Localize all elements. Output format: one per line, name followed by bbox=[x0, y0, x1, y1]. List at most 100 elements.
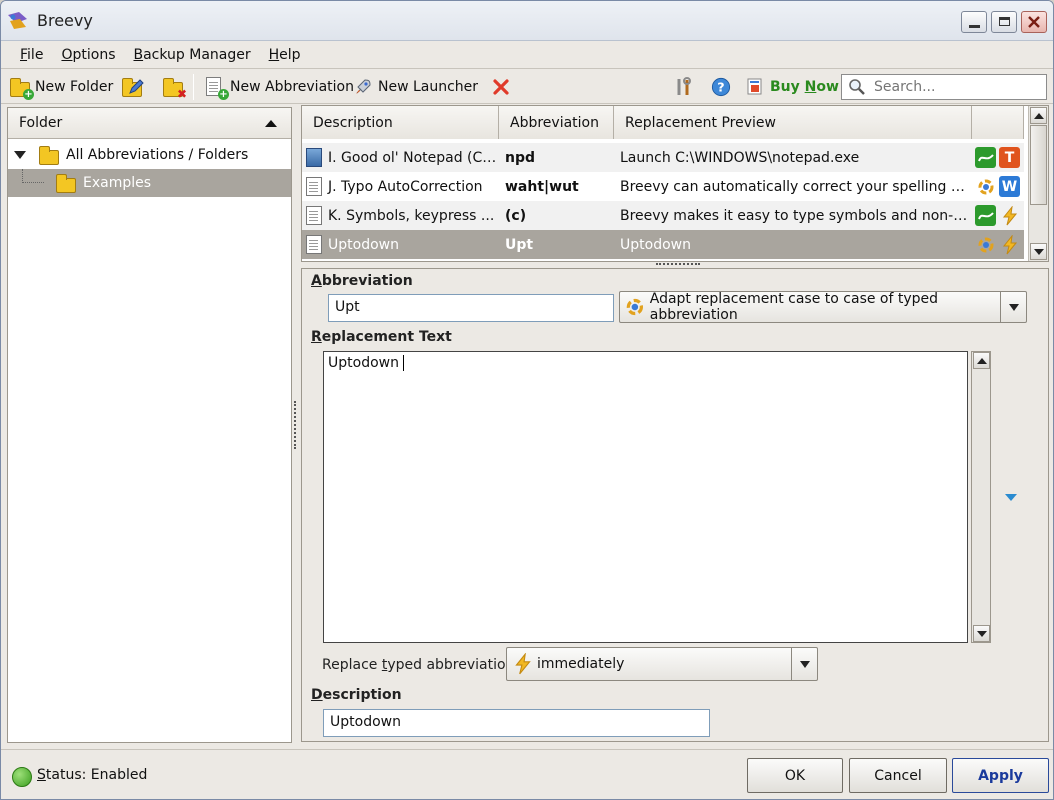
tools-button[interactable] bbox=[674, 74, 694, 100]
column-abbreviation[interactable]: Abbreviation bbox=[499, 106, 614, 139]
row-preview: Launch C:\WINDOWS\notepad.exe bbox=[620, 149, 860, 166]
delete-button[interactable] bbox=[491, 74, 511, 100]
vertical-splitter[interactable] bbox=[294, 401, 298, 449]
new-folder-label: New Folder bbox=[35, 79, 114, 95]
document-icon bbox=[306, 235, 322, 254]
row-preview: Uptodown bbox=[620, 236, 691, 253]
title-bar: Breevy bbox=[1, 1, 1053, 41]
expand-icon[interactable] bbox=[14, 151, 26, 159]
graph-icon bbox=[975, 205, 996, 226]
folder-panel: Folder All Abbreviations / Folders Examp… bbox=[7, 107, 292, 743]
horizontal-splitter[interactable] bbox=[656, 263, 700, 266]
tree-item-examples[interactable]: Examples bbox=[8, 169, 291, 197]
status-text[interactable]: Status: Enabled bbox=[37, 767, 147, 783]
row-abbreviation: (c) bbox=[505, 207, 527, 224]
text-caret bbox=[402, 355, 404, 371]
apply-button[interactable]: Apply bbox=[952, 758, 1049, 793]
maximize-button[interactable] bbox=[991, 11, 1017, 33]
new-launcher-button[interactable]: New Launcher bbox=[353, 74, 478, 100]
column-type[interactable] bbox=[972, 106, 1024, 139]
minimize-button[interactable] bbox=[961, 11, 987, 33]
toolbar: + New Folder ✖ + New Abbreviation New La… bbox=[1, 70, 1053, 104]
edit-folder-button[interactable] bbox=[122, 74, 144, 100]
row-abbreviation: waht|wut bbox=[505, 178, 579, 195]
table-row[interactable]: J. Typo AutoCorrection waht|wut Breevy c… bbox=[302, 172, 1024, 201]
case-mode-dropdown[interactable]: Adapt replacement case to case of typed … bbox=[619, 291, 1027, 323]
case-mode-value: Adapt replacement case to case of typed … bbox=[649, 291, 939, 323]
folder-column-header[interactable]: Folder bbox=[8, 108, 291, 139]
ok-button[interactable]: OK bbox=[747, 758, 843, 793]
table-row[interactable]: Uptodown Upt Uptodown bbox=[302, 230, 1024, 259]
abbreviation-field[interactable]: Upt bbox=[328, 294, 614, 322]
column-replacement-preview[interactable]: Replacement Preview bbox=[614, 106, 972, 139]
replacement-text-area[interactable]: Uptodown bbox=[323, 351, 968, 643]
replace-mode-label: Replace typed abbreviation: bbox=[322, 657, 520, 673]
table-scrollbar[interactable] bbox=[1028, 106, 1048, 261]
menu-backup-manager[interactable]: Backup Manager bbox=[124, 47, 259, 63]
menu-file[interactable]: File bbox=[11, 47, 52, 63]
breevy-logo-icon bbox=[8, 12, 27, 29]
delete-folder-button[interactable]: ✖ bbox=[163, 74, 187, 100]
replace-mode-dropdown[interactable]: immediately bbox=[506, 647, 818, 681]
expand-options-icon[interactable] bbox=[1005, 494, 1017, 501]
cancel-button[interactable]: Cancel bbox=[849, 758, 947, 793]
rocket-icon bbox=[356, 79, 371, 94]
help-icon: ? bbox=[711, 77, 731, 97]
abbreviation-label: Abbreviation bbox=[311, 273, 413, 289]
tools-icon bbox=[677, 77, 691, 95]
scroll-down-button[interactable] bbox=[973, 625, 990, 642]
t-icon: T bbox=[999, 147, 1020, 168]
toolbar-separator bbox=[193, 74, 194, 100]
menu-help[interactable]: Help bbox=[260, 47, 310, 63]
dropdown-arrow-icon bbox=[1000, 292, 1026, 322]
table-row[interactable]: K. Symbols, keypress ... (c) Breevy make… bbox=[302, 201, 1024, 230]
replacement-text-label: Replacement Text bbox=[311, 329, 452, 345]
table-header: Description Abbreviation Replacement Pre… bbox=[302, 106, 1024, 139]
cart-icon bbox=[747, 78, 762, 95]
close-button[interactable] bbox=[1021, 11, 1047, 33]
description-field[interactable]: Uptodown bbox=[323, 709, 710, 737]
app-window: Breevy File Options Backup Manager Help bbox=[0, 0, 1054, 800]
scroll-thumb[interactable] bbox=[1030, 125, 1047, 205]
minimize-icon bbox=[969, 25, 980, 28]
tree-item-label: All Abbreviations / Folders bbox=[66, 147, 249, 163]
tree-item-all-abbreviations[interactable]: All Abbreviations / Folders bbox=[8, 141, 291, 169]
column-description[interactable]: Description bbox=[302, 106, 499, 139]
table-row[interactable]: I. Good ol' Notepad (Ch... npd Launch C:… bbox=[302, 143, 1024, 172]
scroll-up-button[interactable] bbox=[1030, 107, 1047, 124]
application-icon bbox=[306, 148, 322, 167]
row-description: K. Symbols, keypress ... bbox=[328, 207, 495, 224]
close-icon bbox=[1028, 16, 1040, 28]
search-input[interactable] bbox=[872, 78, 1042, 96]
replace-mode-value: immediately bbox=[537, 656, 625, 672]
scroll-up-icon bbox=[1033, 112, 1044, 119]
scroll-down-button[interactable] bbox=[1030, 243, 1047, 260]
buy-now-button[interactable]: Buy Now bbox=[745, 74, 839, 100]
new-abbreviation-label: New Abbreviation bbox=[230, 79, 354, 95]
search-box[interactable] bbox=[841, 74, 1047, 100]
svg-text:?: ? bbox=[717, 80, 724, 95]
maximize-icon bbox=[999, 17, 1010, 26]
row-description: J. Typo AutoCorrection bbox=[328, 178, 483, 195]
lightning-icon bbox=[515, 653, 531, 675]
row-description: Uptodown bbox=[328, 236, 399, 253]
new-folder-button[interactable]: + New Folder bbox=[10, 74, 113, 100]
status-bar: Status: Enabled OK Cancel Apply bbox=[1, 749, 1053, 799]
menu-bar: File Options Backup Manager Help bbox=[1, 41, 1053, 69]
status-enabled-icon[interactable] bbox=[12, 767, 32, 787]
folder-header-label: Folder bbox=[19, 115, 63, 131]
new-abbreviation-button[interactable]: + New Abbreviation bbox=[205, 74, 354, 100]
help-button[interactable]: ? bbox=[711, 74, 731, 100]
edit-folder-icon bbox=[122, 77, 144, 97]
row-abbreviation: npd bbox=[505, 149, 536, 166]
replacement-scrollbar[interactable] bbox=[971, 351, 991, 643]
delete-folder-icon: ✖ bbox=[163, 77, 187, 100]
delete-icon bbox=[493, 79, 509, 95]
w-icon: W bbox=[999, 176, 1020, 197]
menu-options[interactable]: Options bbox=[52, 47, 124, 63]
new-folder-icon: + bbox=[10, 77, 34, 100]
replacement-text-value: Uptodown bbox=[328, 355, 399, 371]
window-title: Breevy bbox=[37, 11, 93, 30]
description-label: Description bbox=[311, 687, 402, 703]
scroll-up-button[interactable] bbox=[973, 352, 990, 369]
